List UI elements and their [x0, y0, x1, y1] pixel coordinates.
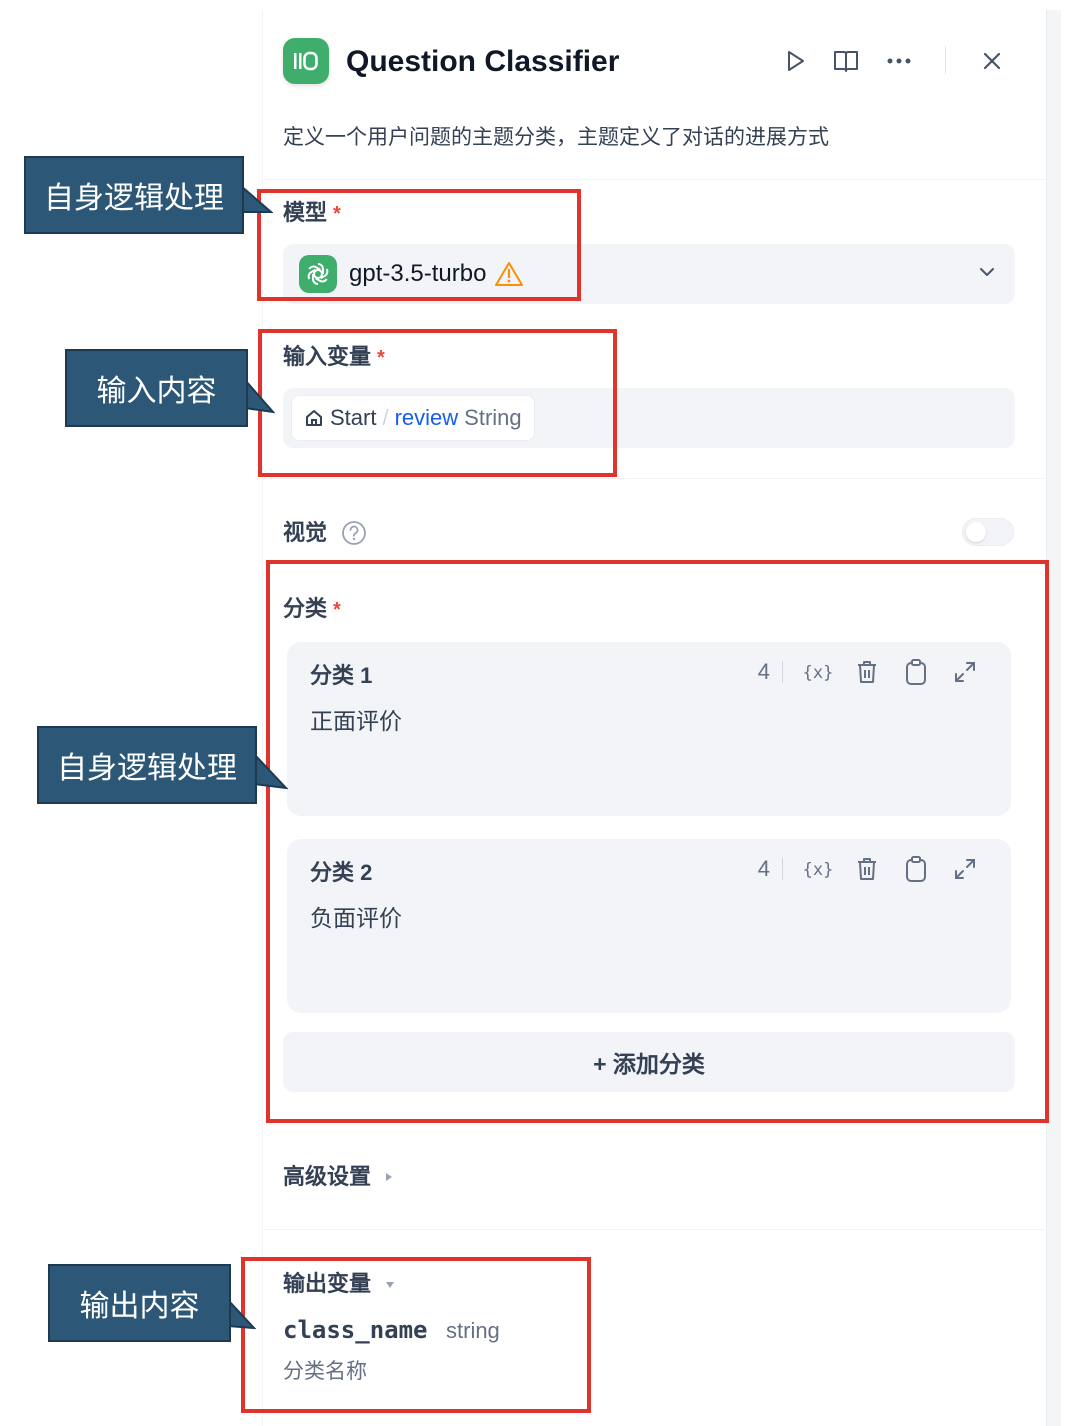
header-divider	[945, 46, 946, 74]
toggle-knob	[966, 522, 986, 542]
annotation-box-model	[257, 189, 581, 301]
callout-pointer	[228, 1300, 256, 1330]
callout-pointer	[241, 186, 273, 213]
book-icon[interactable]	[829, 44, 863, 78]
callout-output: 输出内容	[48, 1264, 231, 1342]
divider	[262, 179, 1047, 180]
callout-input: 输入内容	[65, 349, 248, 427]
node-description: 定义一个用户问题的主题分类，主题定义了对话的进展方式	[283, 126, 829, 149]
caret-right-icon	[383, 1162, 395, 1192]
more-icon[interactable]	[882, 44, 916, 78]
divider	[262, 1229, 1047, 1230]
classifier-icon	[283, 38, 329, 84]
panel-scrollbar[interactable]	[1047, 10, 1061, 1426]
annotation-box-input	[258, 329, 617, 477]
callout-model: 自身逻辑处理	[24, 156, 244, 234]
advanced-label-text: 高级设置	[283, 1164, 372, 1189]
callout-pointer	[254, 754, 288, 790]
close-icon[interactable]	[975, 44, 1009, 78]
divider	[262, 478, 1047, 479]
annotation-box-output	[241, 1257, 591, 1413]
vision-label: 视觉	[283, 520, 328, 545]
help-icon[interactable]	[341, 520, 367, 551]
callout-pointer	[245, 380, 275, 414]
advanced-settings-toggle[interactable]: 高级设置	[283, 1162, 395, 1192]
node-title: Question Classifier	[346, 45, 620, 78]
vision-toggle[interactable]	[962, 518, 1014, 546]
run-icon[interactable]	[778, 44, 812, 78]
chevron-down-icon	[977, 262, 997, 287]
annotation-box-classes	[266, 560, 1049, 1123]
callout-classes: 自身逻辑处理	[37, 726, 257, 804]
